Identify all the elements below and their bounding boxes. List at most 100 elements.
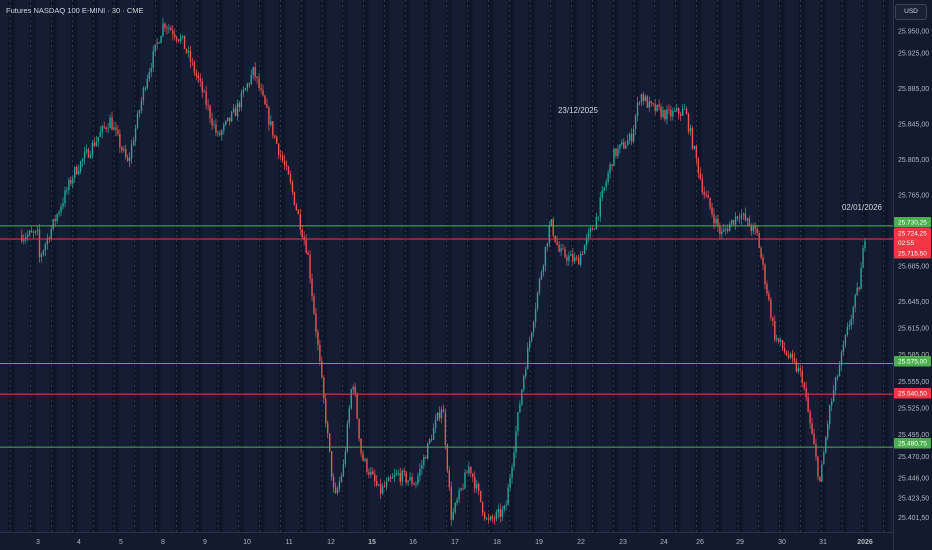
candle-body xyxy=(646,96,649,108)
candle-body xyxy=(134,128,137,142)
candle-body xyxy=(766,284,768,294)
candle-body xyxy=(85,149,88,153)
candle-body xyxy=(715,218,717,224)
candle-body xyxy=(356,394,358,419)
candle-body xyxy=(434,419,437,429)
candle-body xyxy=(599,197,601,217)
symbol-title: Futures NASDAQ 100 E-MINI · 30 · CME xyxy=(6,6,144,15)
candle-body xyxy=(615,148,617,157)
candle-body xyxy=(87,149,90,158)
candle-body xyxy=(825,437,827,453)
candle-body xyxy=(597,216,600,218)
candle-body xyxy=(236,103,239,116)
candle-body xyxy=(842,344,845,353)
candle-body xyxy=(162,23,164,37)
candle-body xyxy=(458,490,460,500)
candle-body xyxy=(185,48,188,53)
candle-body xyxy=(703,192,705,195)
chart-area[interactable]: Futures NASDAQ 100 E-MINI · 30 · CME 25.… xyxy=(0,0,932,550)
candle-body xyxy=(797,368,800,372)
candle-body xyxy=(462,488,464,490)
candle-body xyxy=(301,229,303,237)
candle-body xyxy=(168,28,170,29)
candle-body xyxy=(644,96,647,101)
time-axis[interactable] xyxy=(0,532,893,550)
candle-body xyxy=(81,158,84,162)
candle-body xyxy=(240,92,243,108)
candle-body xyxy=(821,464,823,482)
candle-body xyxy=(556,241,558,245)
session-band xyxy=(673,0,681,532)
candle-body xyxy=(685,108,688,114)
candle-body xyxy=(154,44,156,52)
session-band xyxy=(507,0,515,532)
candle-body xyxy=(721,231,723,235)
candle-body xyxy=(66,190,68,191)
session-band xyxy=(611,0,619,532)
session-band xyxy=(278,0,286,532)
currency-button[interactable]: USD xyxy=(895,4,927,20)
candle-body xyxy=(697,158,700,174)
candle-body xyxy=(707,195,709,198)
candle-body xyxy=(776,338,778,340)
session-band xyxy=(569,0,577,532)
candle-body xyxy=(807,397,809,412)
candle-body xyxy=(52,219,54,229)
candle-body xyxy=(630,133,633,142)
candle-body xyxy=(232,108,235,113)
candle-body xyxy=(762,257,764,265)
candle-body xyxy=(211,118,213,126)
candle-body xyxy=(274,135,276,137)
candle-body xyxy=(564,249,566,257)
candle-body xyxy=(213,124,215,126)
candle-body xyxy=(730,219,733,225)
candle-body xyxy=(446,444,449,471)
candle-body xyxy=(464,472,466,489)
candle-body xyxy=(38,229,41,257)
candle-body xyxy=(781,340,784,349)
session-band xyxy=(860,0,868,532)
candle-body xyxy=(311,278,313,296)
candle-body xyxy=(530,332,533,341)
candle-body xyxy=(283,160,286,166)
candle-body xyxy=(632,128,635,142)
candle-body xyxy=(856,287,858,296)
candle-body xyxy=(509,477,511,488)
candle-body xyxy=(440,409,443,419)
candle-body xyxy=(79,161,82,172)
candle-body xyxy=(368,471,370,475)
candle-body xyxy=(779,340,782,342)
candle-body xyxy=(309,254,311,279)
session-band xyxy=(112,0,119,532)
session-band xyxy=(840,0,847,532)
candle-body xyxy=(54,219,56,222)
candle-body xyxy=(197,75,199,79)
candle-body xyxy=(854,295,856,308)
candle-body xyxy=(425,456,427,459)
candle-body xyxy=(438,412,441,419)
candle-body xyxy=(656,104,658,112)
candle-body xyxy=(323,377,325,399)
candle-body xyxy=(844,335,847,345)
candle-body xyxy=(576,257,578,259)
candle-body xyxy=(638,102,641,104)
candle-body xyxy=(342,463,345,476)
candle-body xyxy=(181,35,184,37)
candle-body xyxy=(387,477,390,482)
candle-body xyxy=(791,353,794,358)
candle-body xyxy=(474,477,476,489)
price-axis[interactable] xyxy=(893,0,932,550)
candle-body xyxy=(389,477,392,479)
candle-body xyxy=(99,132,101,138)
candle-body xyxy=(166,27,168,29)
candle-body xyxy=(679,114,682,116)
candle-body xyxy=(148,72,150,79)
candle-body xyxy=(199,78,201,81)
candle-body xyxy=(660,106,662,118)
candle-body xyxy=(421,465,423,469)
candle-body xyxy=(103,126,105,128)
candle-body xyxy=(603,187,605,191)
candle-body xyxy=(725,228,727,230)
price-chart-svg[interactable] xyxy=(0,0,932,550)
candle-body xyxy=(289,174,292,182)
